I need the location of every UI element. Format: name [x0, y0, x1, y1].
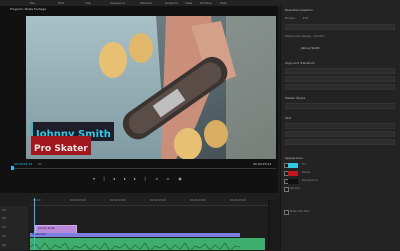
zoom-fit-dropdown[interactable]: Fit	[38, 162, 42, 166]
stroke-color-swatch[interactable]	[288, 171, 298, 176]
track-label-a2[interactable]: A2	[2, 243, 6, 247]
program-monitor-tab[interactable]: Program: Skate Footage	[10, 7, 46, 11]
track-label-v1[interactable]: V1	[2, 225, 6, 229]
background-label: Background	[302, 179, 318, 182]
video-frame[interactable]: Johnny Smith Pro Skater	[26, 16, 276, 159]
responsive-design-label: Responsive Design - Position	[285, 34, 326, 38]
shadow-label: Shadow	[290, 187, 301, 190]
essential-graphics-panel: Essential Graphics Browse Edit Responsiv…	[280, 6, 400, 250]
overwrite-icon[interactable]: ▫	[166, 177, 170, 181]
duration-timecode: 00:00:25:14	[253, 162, 272, 166]
align-transform-header: Align and Transform	[285, 61, 315, 65]
align-buttons-row[interactable]	[285, 68, 395, 74]
monitor-playhead[interactable]	[11, 166, 14, 170]
fill-color-swatch[interactable]	[288, 163, 298, 168]
ruler-tick: 00:00:25:00	[230, 199, 246, 202]
stroke-label: Stroke	[302, 171, 311, 174]
step-forward-icon[interactable]: |	[143, 177, 147, 181]
audio-clip[interactable]	[240, 238, 265, 250]
appearance-header: Appearance	[285, 156, 304, 160]
layer-title[interactable]: Johnny Smith	[301, 46, 320, 50]
audio-waveform	[30, 242, 240, 250]
audio-meter	[268, 200, 279, 250]
shadow-checkbox[interactable]	[284, 187, 289, 192]
monitor-scrub-bar[interactable]	[12, 168, 276, 169]
timeline-playhead[interactable]	[34, 198, 35, 250]
text-header: Text	[285, 116, 292, 120]
ruler-tick: 00:00:10:00	[110, 199, 126, 202]
audio-clip[interactable]	[30, 238, 240, 250]
layer-list[interactable]	[285, 24, 395, 30]
panel-edit-tab[interactable]: Edit	[303, 16, 308, 20]
font-style-row[interactable]	[285, 131, 395, 137]
step-back-icon[interactable]: |	[102, 177, 106, 181]
panel-browse-tab[interactable]: Browse	[285, 16, 295, 20]
panel-tab-title[interactable]: Essential Graphics	[285, 8, 313, 12]
ruler-tick: 00:00:05:00	[70, 199, 86, 202]
rotation-row[interactable]	[285, 84, 395, 90]
ruler-tick: 00:00:20:00	[190, 199, 206, 202]
font-family-dropdown[interactable]	[285, 123, 395, 129]
graphic-clip-label: Johnny Smith	[38, 227, 56, 230]
fill-label: Fill	[302, 163, 306, 166]
lower-third-title[interactable]: Pro Skater	[31, 136, 91, 155]
insert-icon[interactable]: ▫	[155, 177, 159, 181]
master-styles-dropdown[interactable]	[285, 103, 395, 109]
marker-icon[interactable]: ▾	[92, 177, 96, 181]
video-clip[interactable]: Skate.mp4	[30, 233, 240, 237]
current-timecode[interactable]: 00:00:04:16	[14, 162, 32, 166]
font-options-row[interactable]	[285, 139, 395, 145]
export-frame-icon[interactable]: ◉	[178, 177, 182, 181]
master-styles-header: Master Styles	[285, 96, 306, 100]
next-edit-icon[interactable]: ▸	[133, 177, 137, 181]
background-color-swatch[interactable]	[288, 179, 298, 184]
position-row[interactable]	[285, 76, 395, 82]
track-label-v3[interactable]: V3	[2, 208, 6, 212]
ruler-tick: 00:00:15:00	[150, 199, 166, 202]
lower-third-title-text: Pro Skater	[34, 144, 88, 154]
mask-with-text-label: Mask with Text	[290, 210, 310, 213]
mask-with-text-checkbox[interactable]	[284, 210, 289, 215]
track-label-v2[interactable]: V2	[2, 216, 6, 220]
prev-edit-icon[interactable]: ◂	[112, 177, 116, 181]
track-label-a1[interactable]: A1	[2, 234, 6, 238]
play-icon[interactable]: ▸	[123, 177, 127, 181]
